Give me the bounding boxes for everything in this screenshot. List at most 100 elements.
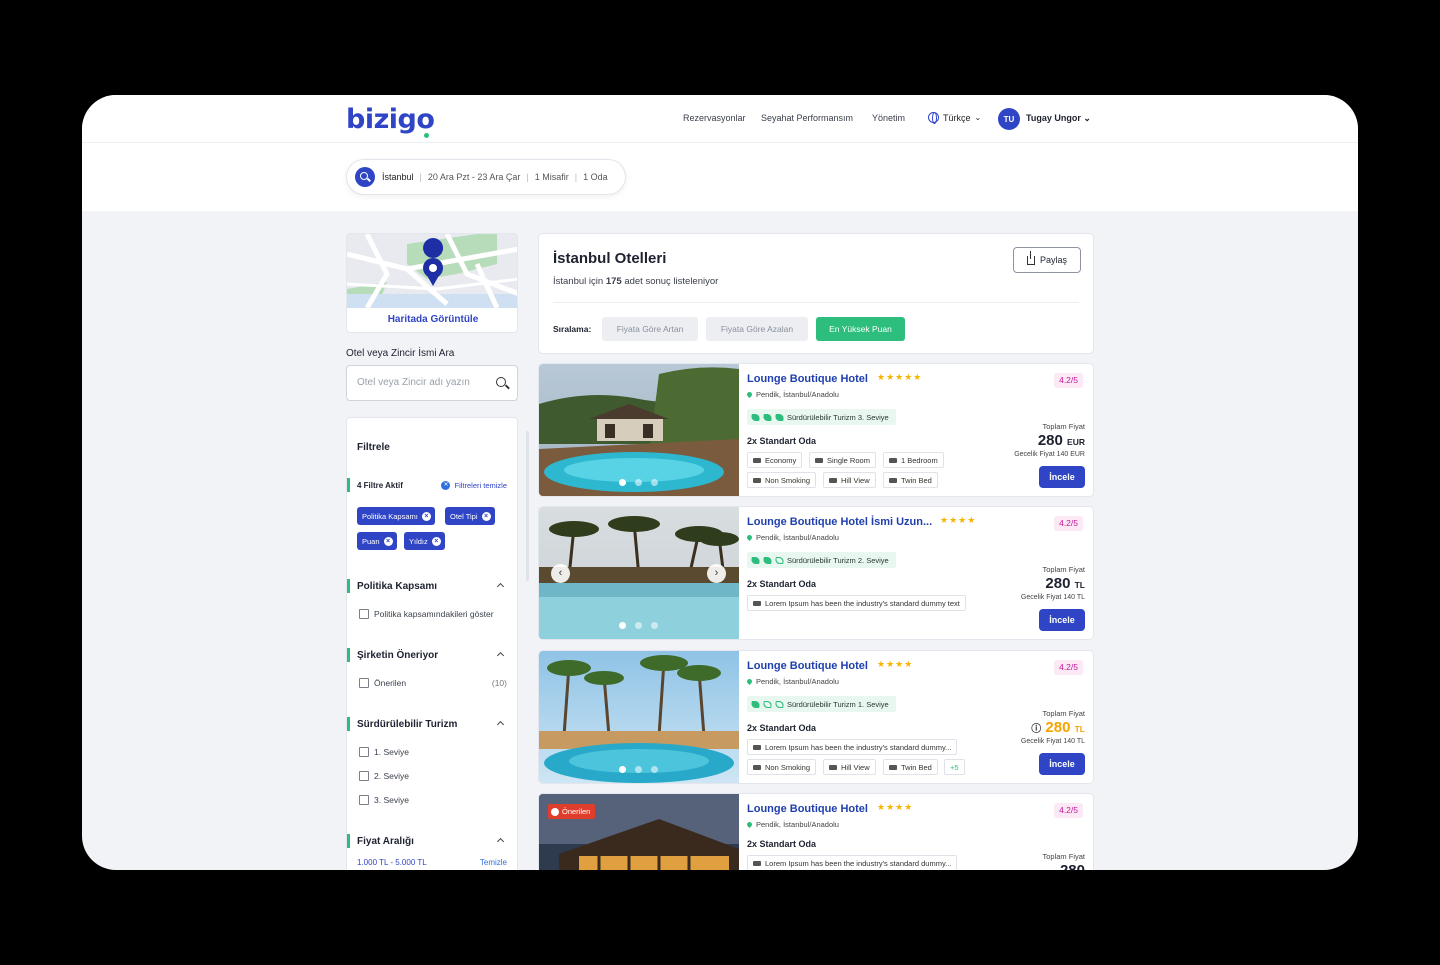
hotel-card[interactable]: Lounge Boutique Hotel ★★★★ Pendik, İstan…	[538, 650, 1094, 784]
leaf-icon	[762, 413, 773, 421]
section-price-title[interactable]: Fiyat Aralığı	[357, 836, 414, 847]
section-policy-title[interactable]: Politika Kapsamı	[357, 581, 437, 592]
hotel-name[interactable]: Lounge Boutique Hotel	[747, 660, 868, 672]
room-icon	[753, 457, 761, 463]
price-clear-link[interactable]: Temizle	[480, 858, 507, 867]
level1-checkbox[interactable]	[359, 747, 369, 757]
logo[interactable]: bizigo	[346, 104, 435, 138]
view-hotel-button[interactable]: İncele	[1039, 753, 1085, 775]
view-hotel-button[interactable]: İncele	[1039, 609, 1085, 631]
filter-chip-rating[interactable]: Puan ×	[357, 532, 397, 550]
photo-pagination[interactable]	[619, 766, 658, 773]
accent-bar	[347, 834, 350, 848]
user-menu[interactable]: Tugay Ungor ⌄	[1026, 113, 1091, 124]
hotel-name[interactable]: Lounge Boutique Hotel	[747, 373, 868, 385]
leaf-icon	[750, 700, 761, 708]
previous-photo-button[interactable]: ‹	[551, 564, 570, 583]
accent-bar	[347, 717, 350, 731]
filter-chip-stars[interactable]: Yıldız ×	[404, 532, 445, 550]
level3-checkbox[interactable]	[359, 795, 369, 805]
policy-checkbox[interactable]	[359, 609, 369, 619]
map-view-link[interactable]: Haritada Görüntüle	[347, 308, 517, 332]
hotel-photo[interactable]	[539, 364, 739, 497]
tag: Twin Bed	[883, 472, 938, 488]
close-icon[interactable]: ×	[481, 511, 491, 521]
hotel-location: Pendik, İstanbul/Anadolu	[745, 533, 839, 542]
avatar[interactable]: TU	[998, 108, 1020, 130]
filters-panel: Filtrele 4 Filtre Aktif ✕ Filtreleri tem…	[346, 417, 518, 870]
search-summary-pill[interactable]: İstanbul | 20 Ara Pzt - 23 Ara Çar | 1 Mis…	[346, 159, 626, 195]
chevron-up-icon[interactable]	[496, 651, 505, 660]
recommended-checkbox[interactable]	[359, 678, 369, 688]
share-button[interactable]: Paylaş	[1013, 247, 1081, 273]
location-pin-icon	[745, 390, 754, 399]
page-title: İstanbul Otelleri	[553, 250, 667, 267]
recommended-badge: Önerilen	[548, 804, 596, 819]
map-preview	[347, 234, 517, 308]
sustainability-badge: Sürdürülebilir Turizm 2. Seviye	[747, 552, 896, 568]
hotel-photo[interactable]	[539, 651, 739, 784]
nightly-price: Gecelik Fiyat 140 EUR	[1014, 451, 1085, 458]
language-selector[interactable]: Türkçe ⌄	[928, 112, 982, 124]
level3-label: 3. Seviye	[374, 795, 409, 805]
clear-filters-link[interactable]: ✕ Filtreleri temizle	[441, 481, 507, 490]
share-icon	[1026, 250, 1035, 265]
photo-pagination[interactable]	[619, 622, 658, 629]
search-icon[interactable]	[496, 377, 506, 387]
app-window: bizigo Rezervasyonlar Seyahat Performans…	[82, 95, 1358, 870]
map-card[interactable]: Haritada Görüntüle	[346, 233, 518, 333]
star-rating: ★★★★	[940, 515, 977, 525]
nav-management[interactable]: Yönetim	[872, 113, 905, 123]
tag: Economy	[747, 452, 803, 468]
no-smoking-icon	[753, 764, 761, 770]
chevron-up-icon[interactable]	[496, 837, 505, 846]
sidebar-scrollbar[interactable]	[526, 431, 529, 581]
leaf-icon	[774, 413, 785, 421]
star-rating: ★★★★★	[877, 372, 923, 382]
hotel-location: Pendik, İstanbul/Anadolu	[745, 677, 839, 686]
close-icon: ✕	[441, 481, 451, 490]
hotel-search-input[interactable]: Otel veya Zincir adı yazın	[346, 365, 518, 401]
bed-icon	[889, 764, 897, 770]
filter-chip-hotel-type[interactable]: Otel Tipi ×	[445, 507, 495, 525]
policy-option-label: Politika kapsamındakileri göster	[374, 609, 494, 619]
sort-top-rated[interactable]: En Yüksek Puan	[816, 317, 905, 341]
chevron-up-icon[interactable]	[496, 582, 505, 591]
next-photo-button[interactable]: ›	[707, 564, 726, 583]
section-company-title[interactable]: Şirketin Öneriyor	[357, 650, 438, 661]
search-city: İstanbul	[382, 172, 414, 182]
nav-travel-performance[interactable]: Seyahat Performansım	[761, 113, 853, 123]
view-hotel-button[interactable]: İncele	[1039, 466, 1085, 488]
recommended-count: (10)	[491, 678, 507, 688]
close-icon[interactable]: ×	[431, 536, 441, 546]
close-icon[interactable]: ×	[421, 511, 431, 521]
hotel-name[interactable]: Lounge Boutique Hotel	[747, 803, 868, 815]
level2-checkbox[interactable]	[359, 771, 369, 781]
chevron-up-icon[interactable]	[496, 720, 505, 729]
close-icon[interactable]: ×	[383, 536, 393, 546]
hotel-card[interactable]: Önerilen Lounge Boutique Hotel ★★★★ Pend…	[538, 793, 1094, 870]
sort-price-desc[interactable]: Fiyata Göre Azalan	[706, 317, 808, 341]
chevron-down-icon: ⌄	[974, 113, 982, 122]
leaf-outline-icon	[762, 700, 773, 708]
nav-reservations[interactable]: Rezervasyonlar	[683, 113, 746, 123]
active-filters-count: 4 Filtre Aktif	[357, 481, 403, 490]
tag: Lorem Ipsum has been the industry's stan…	[747, 855, 958, 870]
hotel-card[interactable]: Lounge Boutique Hotel ★★★★★ Pendik, İsta…	[538, 363, 1094, 497]
no-smoking-icon	[753, 477, 761, 483]
search-icon[interactable]	[355, 167, 375, 187]
location-pin-icon	[745, 533, 754, 542]
tag: Hill View	[823, 472, 876, 488]
chevron-down-icon: ⌄	[1083, 113, 1091, 123]
section-sustainable-title[interactable]: Sürdürülebilir Turizm	[357, 719, 457, 730]
more-tags[interactable]: +5	[944, 759, 965, 775]
sort-price-asc[interactable]: Fiyata Göre Artan	[602, 317, 698, 341]
hotel-card[interactable]: ‹ › Lounge Boutique Hotel İsmi Uzun... ★…	[538, 506, 1094, 640]
search-dates: 20 Ara Pzt - 23 Ara Çar	[427, 172, 521, 182]
total-price-label: Toplam Fiyat	[1042, 852, 1085, 861]
photo-pagination[interactable]	[619, 479, 658, 486]
filter-chip-policy[interactable]: Politika Kapsamı ×	[357, 507, 435, 525]
nightly-price: Gecelik Fiyat 140 TL	[1020, 594, 1085, 601]
hotel-name[interactable]: Lounge Boutique Hotel İsmi Uzun...	[747, 516, 932, 528]
total-price-label: Toplam Fiyat	[1042, 565, 1085, 574]
